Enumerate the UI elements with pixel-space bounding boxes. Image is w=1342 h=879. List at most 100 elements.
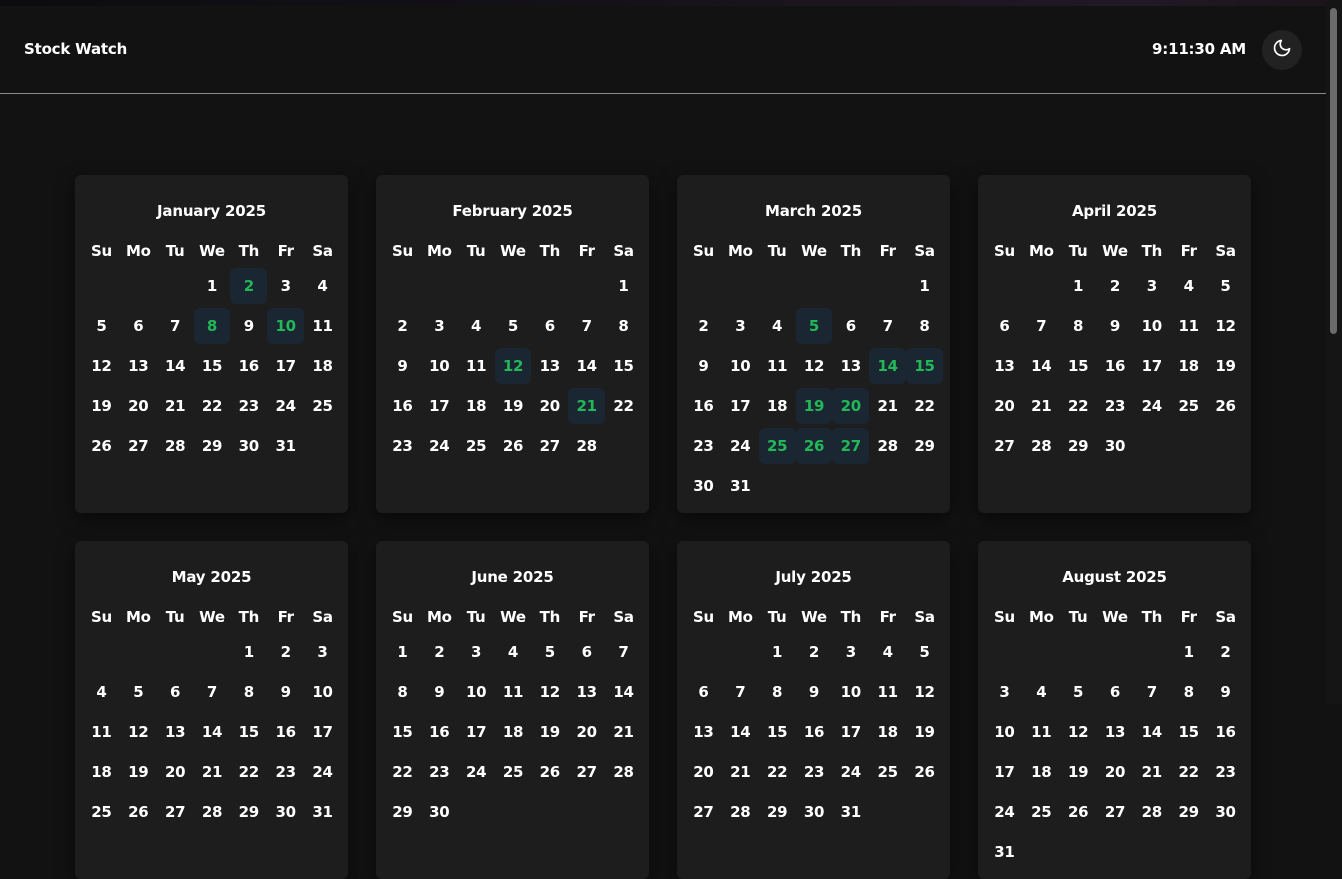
day-cell[interactable]: 19: [1207, 348, 1244, 384]
day-cell[interactable]: 14: [1133, 714, 1170, 750]
day-cell[interactable]: 5: [906, 634, 943, 670]
day-cell[interactable]: 2: [384, 308, 421, 344]
day-cell[interactable]: 5: [83, 308, 120, 344]
day-cell[interactable]: 14: [157, 348, 194, 384]
day-cell[interactable]: 11: [83, 714, 120, 750]
day-cell[interactable]: 4: [304, 268, 341, 304]
day-cell[interactable]: 13: [157, 714, 194, 750]
day-cell[interactable]: 6: [568, 634, 605, 670]
day-cell-highlighted[interactable]: 5: [795, 308, 833, 344]
day-cell[interactable]: 8: [605, 308, 642, 344]
day-cell[interactable]: 30: [685, 468, 722, 504]
day-cell[interactable]: 8: [759, 674, 796, 710]
day-cell[interactable]: 11: [869, 674, 906, 710]
day-cell-highlighted[interactable]: 26: [795, 428, 833, 464]
day-cell[interactable]: 5: [495, 308, 532, 344]
day-cell[interactable]: 4: [869, 634, 906, 670]
day-cell[interactable]: 14: [605, 674, 642, 710]
day-cell-highlighted[interactable]: 27: [832, 428, 870, 464]
day-cell[interactable]: 2: [685, 308, 722, 344]
day-cell[interactable]: 30: [1207, 794, 1244, 830]
day-cell[interactable]: 29: [906, 428, 943, 464]
day-cell[interactable]: 20: [531, 388, 568, 424]
day-cell[interactable]: 7: [722, 674, 759, 710]
day-cell[interactable]: 19: [120, 754, 157, 790]
day-cell[interactable]: 25: [869, 754, 906, 790]
day-cell[interactable]: 28: [869, 428, 906, 464]
day-cell[interactable]: 2: [421, 634, 458, 670]
day-cell[interactable]: 23: [1097, 388, 1134, 424]
day-cell[interactable]: 7: [568, 308, 605, 344]
day-cell[interactable]: 23: [1207, 754, 1244, 790]
day-cell[interactable]: 5: [120, 674, 157, 710]
day-cell[interactable]: 15: [384, 714, 421, 750]
day-cell[interactable]: 25: [1023, 794, 1060, 830]
day-cell[interactable]: 13: [531, 348, 568, 384]
day-cell[interactable]: 29: [194, 428, 231, 464]
day-cell[interactable]: 25: [495, 754, 532, 790]
day-cell[interactable]: 3: [304, 634, 341, 670]
day-cell[interactable]: 27: [986, 428, 1023, 464]
day-cell[interactable]: 1: [230, 634, 267, 670]
day-cell[interactable]: 16: [1097, 348, 1134, 384]
day-cell[interactable]: 1: [1170, 634, 1207, 670]
day-cell[interactable]: 11: [458, 348, 495, 384]
day-cell[interactable]: 30: [267, 794, 304, 830]
day-cell[interactable]: 24: [267, 388, 304, 424]
day-cell[interactable]: 27: [531, 428, 568, 464]
day-cell[interactable]: 4: [495, 634, 532, 670]
day-cell[interactable]: 20: [568, 714, 605, 750]
day-cell[interactable]: 9: [421, 674, 458, 710]
day-cell[interactable]: 27: [568, 754, 605, 790]
day-cell[interactable]: 13: [685, 714, 722, 750]
day-cell[interactable]: 23: [685, 428, 722, 464]
day-cell[interactable]: 1: [194, 268, 231, 304]
day-cell[interactable]: 10: [458, 674, 495, 710]
day-cell[interactable]: 15: [1060, 348, 1097, 384]
day-cell[interactable]: 21: [1023, 388, 1060, 424]
day-cell[interactable]: 2: [1207, 634, 1244, 670]
day-cell[interactable]: 22: [605, 388, 642, 424]
day-cell[interactable]: 24: [458, 754, 495, 790]
day-cell[interactable]: 16: [685, 388, 722, 424]
day-cell[interactable]: 17: [304, 714, 341, 750]
day-cell[interactable]: 22: [384, 754, 421, 790]
day-cell[interactable]: 26: [120, 794, 157, 830]
day-cell[interactable]: 26: [83, 428, 120, 464]
day-cell[interactable]: 12: [531, 674, 568, 710]
day-cell[interactable]: 8: [230, 674, 267, 710]
day-cell[interactable]: 25: [1170, 388, 1207, 424]
day-cell[interactable]: 16: [421, 714, 458, 750]
day-cell[interactable]: 22: [906, 388, 943, 424]
day-cell[interactable]: 30: [230, 428, 267, 464]
day-cell-highlighted[interactable]: 10: [267, 308, 305, 344]
day-cell[interactable]: 13: [1097, 714, 1134, 750]
day-cell[interactable]: 1: [1060, 268, 1097, 304]
day-cell[interactable]: 7: [869, 308, 906, 344]
day-cell[interactable]: 4: [1023, 674, 1060, 710]
day-cell[interactable]: 10: [304, 674, 341, 710]
day-cell[interactable]: 16: [230, 348, 267, 384]
day-cell[interactable]: 18: [759, 388, 796, 424]
day-cell[interactable]: 29: [230, 794, 267, 830]
day-cell[interactable]: 21: [722, 754, 759, 790]
day-cell-highlighted[interactable]: 21: [568, 388, 606, 424]
day-cell[interactable]: 4: [1170, 268, 1207, 304]
day-cell[interactable]: 30: [1097, 428, 1134, 464]
day-cell-highlighted[interactable]: 25: [758, 428, 796, 464]
day-cell[interactable]: 21: [194, 754, 231, 790]
day-cell[interactable]: 9: [1207, 674, 1244, 710]
day-cell[interactable]: 15: [230, 714, 267, 750]
day-cell[interactable]: 11: [1170, 308, 1207, 344]
day-cell[interactable]: 13: [986, 348, 1023, 384]
day-cell[interactable]: 24: [1133, 388, 1170, 424]
day-cell[interactable]: 10: [832, 674, 869, 710]
day-cell[interactable]: 19: [1060, 754, 1097, 790]
day-cell[interactable]: 28: [194, 794, 231, 830]
day-cell[interactable]: 7: [605, 634, 642, 670]
day-cell[interactable]: 17: [421, 388, 458, 424]
day-cell[interactable]: 20: [986, 388, 1023, 424]
day-cell[interactable]: 12: [1060, 714, 1097, 750]
day-cell[interactable]: 7: [157, 308, 194, 344]
day-cell[interactable]: 12: [1207, 308, 1244, 344]
